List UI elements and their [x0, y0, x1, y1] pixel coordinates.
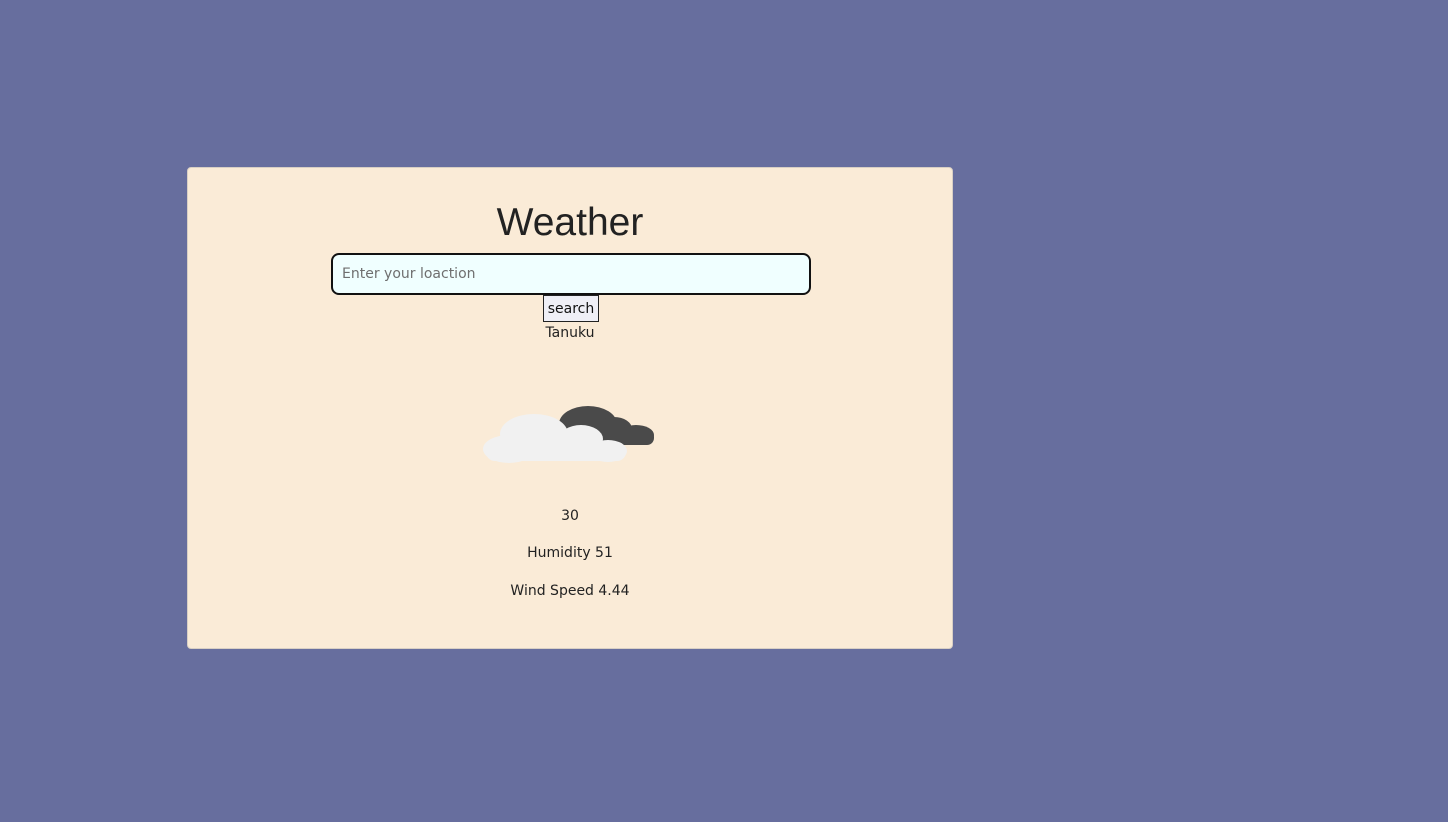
search-button[interactable]: search	[543, 295, 599, 322]
location-input[interactable]	[331, 253, 811, 295]
temperature-value: 30	[561, 508, 579, 524]
city-name: Tanuku	[545, 325, 595, 341]
app-title: Weather	[496, 201, 644, 244]
humidity-text: Humidity 51	[527, 545, 613, 561]
wind-speed-text: Wind Speed 4.44	[510, 583, 630, 599]
clouds-icon	[483, 406, 654, 463]
weather-card: Weather search Tanuku 30 Humidity 51 Win…	[187, 167, 953, 649]
